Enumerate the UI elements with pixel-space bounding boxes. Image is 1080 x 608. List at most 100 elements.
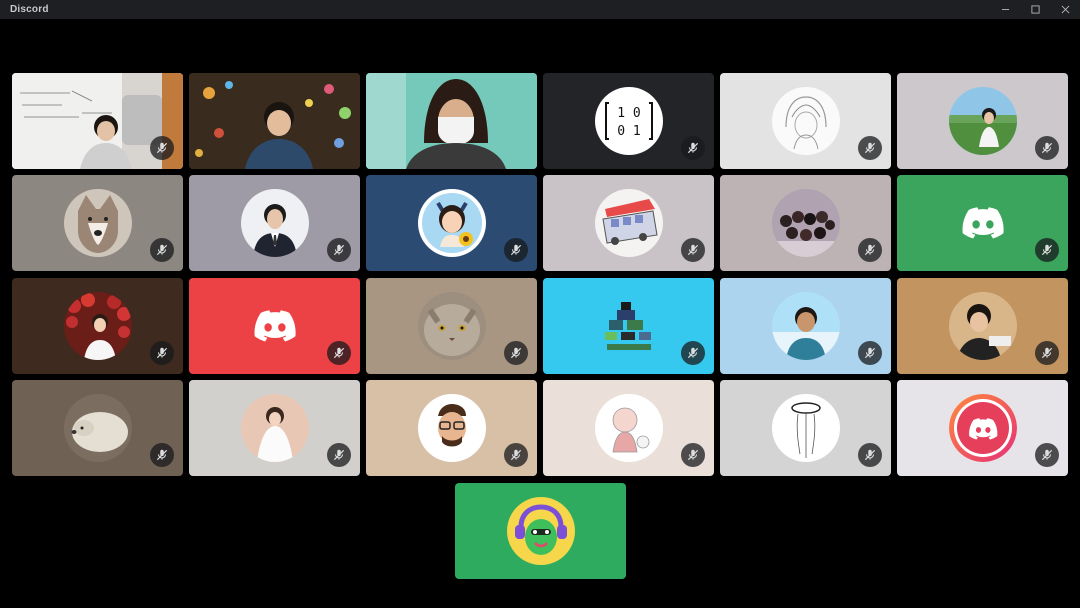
mic-muted-icon [1041,347,1053,359]
participant-tile[interactable] [12,175,183,271]
participant-tile[interactable] [455,483,626,579]
mute-indicator [504,341,528,365]
participant-avatar [417,292,486,360]
participant-tile[interactable] [12,73,183,169]
mute-indicator [327,341,351,365]
mute-indicator [858,443,882,467]
mic-muted-icon [1041,449,1053,461]
title-bar: Discord [0,0,1080,19]
mic-muted-icon [156,449,168,461]
participant-tile[interactable] [366,73,537,169]
minimize-icon [1001,9,1009,10]
mute-indicator [858,341,882,365]
participant-avatar [594,394,663,462]
window-controls [990,0,1080,19]
participant-tile[interactable] [720,380,891,476]
mute-indicator [1035,341,1059,365]
participant-tile[interactable] [897,175,1068,271]
mute-indicator [327,238,351,262]
participant-avatar [63,292,132,360]
mute-indicator [1035,238,1059,262]
mic-muted-icon [510,244,522,256]
participant-tile[interactable] [189,278,360,374]
participant-avatar [594,292,663,360]
participant-avatar [417,189,486,257]
mic-muted-icon [687,142,699,154]
participant-tile[interactable] [543,175,714,271]
minimize-button[interactable] [990,0,1020,19]
matrix-row-2: 0 1 [617,124,640,139]
participant-avatar [948,394,1017,462]
participant-avatar [771,394,840,462]
mic-muted-icon [510,347,522,359]
close-button[interactable] [1050,0,1080,19]
participant-avatar: 1 00 1 [594,87,663,155]
mic-muted-icon [864,142,876,154]
mic-muted-icon [333,449,345,461]
mute-indicator [150,136,174,160]
participant-tile[interactable] [12,278,183,374]
mute-indicator [858,238,882,262]
mute-indicator [150,238,174,262]
mic-muted-icon [333,244,345,256]
mute-indicator [681,136,705,160]
mic-muted-icon [864,244,876,256]
participant-tile[interactable] [189,380,360,476]
participant-tile[interactable] [12,380,183,476]
participant-tile[interactable] [189,175,360,271]
mute-indicator [504,443,528,467]
mute-indicator [681,443,705,467]
mute-indicator [1035,443,1059,467]
participant-avatar [240,394,309,462]
mute-indicator [327,443,351,467]
participant-tile[interactable] [189,73,360,169]
participant-avatar [417,394,486,462]
mute-indicator [681,238,705,262]
mute-indicator [150,443,174,467]
mute-indicator [504,238,528,262]
video-grid: 1 00 1 [0,19,1080,608]
mute-indicator [1035,136,1059,160]
participant-tile[interactable] [543,380,714,476]
participant-tile[interactable] [543,278,714,374]
participant-tile[interactable] [720,175,891,271]
mic-muted-icon [510,449,522,461]
participant-tile[interactable] [720,73,891,169]
mic-muted-icon [687,347,699,359]
discord-logo-icon [962,207,1004,239]
participant-video [366,73,537,169]
participant-tile[interactable] [897,73,1068,169]
participant-avatar [63,394,132,462]
participant-tile[interactable] [366,380,537,476]
mic-muted-icon [687,244,699,256]
participant-tile[interactable] [720,278,891,374]
participant-avatar [948,87,1017,155]
mic-muted-icon [1041,244,1053,256]
participant-tile[interactable] [897,380,1068,476]
participant-avatar [771,189,840,257]
matrix-row-1: 1 0 [617,106,640,121]
mic-muted-icon [1041,142,1053,154]
participant-avatar [506,497,575,565]
mute-indicator [858,136,882,160]
participant-tile[interactable] [366,175,537,271]
participant-tile[interactable] [897,278,1068,374]
participant-avatar [771,292,840,360]
close-icon [1061,5,1069,14]
participant-avatar [771,87,840,155]
mic-muted-icon [156,142,168,154]
participant-tile[interactable]: 1 00 1 [543,73,714,169]
mic-muted-icon [864,449,876,461]
mute-indicator [681,341,705,365]
mic-muted-icon [333,347,345,359]
mic-muted-icon [156,244,168,256]
app-title: Discord [10,4,49,15]
participant-video [189,73,360,169]
participant-tile[interactable] [366,278,537,374]
participant-avatar [594,189,663,257]
maximize-icon [1030,5,1040,14]
maximize-button[interactable] [1020,0,1050,19]
discord-logo-icon [254,310,296,342]
mute-indicator [150,341,174,365]
participant-avatar [63,189,132,257]
